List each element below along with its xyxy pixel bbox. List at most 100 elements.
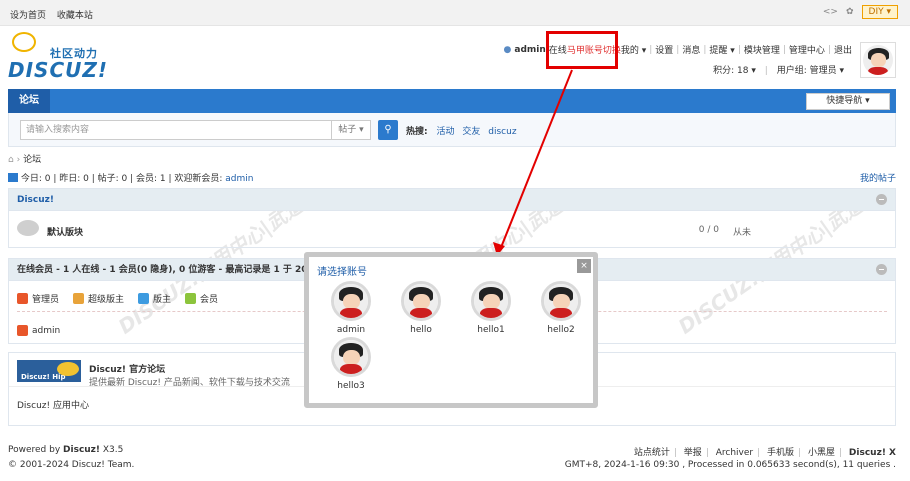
footer-link[interactable]: 手机版 <box>767 448 794 458</box>
account-name: hello <box>410 325 432 335</box>
account-name: hello3 <box>337 381 365 391</box>
usergroup-legend: 管理员 超级版主 版主 会员 <box>17 292 218 305</box>
settings-link[interactable]: 设置 <box>655 43 673 56</box>
forum-row: 默认版块 0 / 0 从未 <box>9 211 895 247</box>
account-option[interactable]: hello1 <box>463 281 519 335</box>
collapse-icon[interactable] <box>876 264 887 275</box>
powered-prefix: Powered by <box>8 445 64 455</box>
my-posts-link[interactable]: 我的帖子 <box>860 171 896 184</box>
admin-group-icon <box>17 293 28 304</box>
dialog-title: 请选择账号 <box>317 267 367 278</box>
collapse-icon[interactable] <box>876 194 887 205</box>
online-user-name: admin <box>32 325 61 336</box>
reminders-label: 提醒 <box>709 46 728 56</box>
forum-last-post: 从未 <box>732 228 751 238</box>
credits-menu[interactable]: 积分: 18 ▾ <box>713 66 756 76</box>
reminders-menu[interactable]: 提醒 ▾ <box>709 43 734 56</box>
legend-item: 超级版主 <box>73 292 124 305</box>
my-menu[interactable]: 我的 ▾ <box>621 43 646 56</box>
usergroup-menu[interactable]: 用户组: 管理员 ▾ <box>777 66 844 76</box>
account-avatar <box>331 281 371 321</box>
footer-link[interactable]: 举报 <box>684 448 702 458</box>
admin-group-icon <box>17 325 28 336</box>
usergroup-label: 用户组: 管理员 <box>776 66 837 76</box>
forum-counts: 0 / 0 <box>698 225 719 235</box>
footer-copyright: © 2001-2024 Discuz! Team. <box>8 460 135 470</box>
breadcrumb-forum[interactable]: 论坛 <box>23 155 41 165</box>
discuz-link-logo[interactable]: Discuz! Hip <box>17 360 81 382</box>
hot-link[interactable]: 交友 <box>462 127 480 137</box>
diy-button[interactable]: DIY ▾ <box>861 5 898 19</box>
footer-links: 站点统计 | 举报 | Archiver | 手机版 | 小黑屋 | Discuz! X <box>633 448 896 458</box>
site-logo[interactable]: 社区动力 DISCUZ! <box>8 32 118 82</box>
user-bar-secondary: 积分: 18 ▾ | 用户组: 管理员 ▾ <box>713 66 844 76</box>
module-mgmt-link[interactable]: 模块管理 <box>744 43 780 56</box>
link-desc: 提供最新 Discuz! 产品新闻、软件下载与技术交流 <box>89 378 290 388</box>
quick-nav-button[interactable]: 快捷导航 ▾ <box>806 93 890 110</box>
footer-link[interactable]: Archiver <box>716 448 753 458</box>
online-user[interactable]: admin <box>17 325 60 336</box>
new-member-link[interactable]: admin <box>225 174 253 184</box>
palette-icon[interactable]: ✿ <box>846 7 854 17</box>
logo-en: DISCUZ! <box>8 58 108 82</box>
top-bar: 设为首页 收藏本站 <> ✿ DIY ▾ <box>0 0 910 26</box>
account-name: admin <box>336 325 366 335</box>
forum-stats: 今日: 0 | 昨日: 0 | 帖子: 0 | 会员: 1 | 欢迎新会员: a… <box>8 171 253 184</box>
legend-item: 会员 <box>185 292 218 305</box>
footer-runtime: GMT+8, 2024-1-16 09:30 , Processed in 0.… <box>564 460 896 470</box>
footer-link[interactable]: 小黑屋 <box>808 448 835 458</box>
legend-label: 超级版主 <box>88 295 125 305</box>
search-type-select[interactable]: 帖子 ▾ <box>331 120 371 140</box>
search-input[interactable]: 请输入搜索内容 <box>20 120 332 140</box>
online-section-title: 在线会员 - 1 人在线 - 1 会员(0 隐身), 0 位游客 - 最高记录是… <box>17 265 331 275</box>
nav-bar: 论坛 快捷导航 ▾ <box>8 89 896 113</box>
version: X3.5 <box>100 445 124 455</box>
account-option[interactable]: hello2 <box>533 281 589 335</box>
code-icon[interactable]: <> <box>823 7 838 17</box>
legend-label: 版主 <box>153 295 172 305</box>
search-bar: 请输入搜索内容 帖子 ▾ ⚲ 热搜: 活动 交友 discuz <box>8 113 896 147</box>
diy-label: DIY <box>868 7 884 17</box>
search-icon: ⚲ <box>384 124 392 135</box>
search-button[interactable]: ⚲ <box>378 120 398 140</box>
search-type-label: 帖子 <box>338 125 357 135</box>
moderator-icon <box>138 293 150 304</box>
account-name: hello2 <box>547 325 575 335</box>
favorite-link[interactable]: 收藏本站 <box>57 11 93 21</box>
user-icon: ● <box>503 44 512 55</box>
legend-item: 版主 <box>138 292 171 305</box>
messages-link[interactable]: 消息 <box>682 43 700 56</box>
avatar[interactable] <box>860 42 896 78</box>
logout-link[interactable]: 退出 <box>834 43 852 56</box>
account-option[interactable]: admin <box>323 281 379 335</box>
link-title[interactable]: Discuz! 官方论坛 <box>89 362 165 375</box>
account-option[interactable]: hello <box>393 281 449 335</box>
admin-center-link[interactable]: 管理中心 <box>789 43 825 56</box>
legend-item: 管理员 <box>17 292 59 305</box>
forum-name-link[interactable]: 默认版块 <box>47 225 83 238</box>
footer-link[interactable]: 站点统计 <box>634 448 670 458</box>
account-select-dialog: 请选择账号 × admin hello hello1 hello2 hello3 <box>304 252 598 408</box>
close-icon[interactable]: × <box>577 259 591 273</box>
credits-label: 积分: 18 <box>713 66 749 76</box>
stats-text: 今日: 0 | 昨日: 0 | 帖子: 0 | 会员: 1 | 欢迎新会员: <box>20 174 226 184</box>
footer-powered: Powered by Discuz! X3.5 <box>8 445 123 455</box>
account-avatar <box>471 281 511 321</box>
forum-section-header: Discuz! <box>9 189 895 211</box>
hot-link[interactable]: 活动 <box>436 127 454 137</box>
set-home-link[interactable]: 设为首页 <box>10 11 46 21</box>
breadcrumb: ⌂ › 论坛 <box>8 155 42 165</box>
account-option[interactable]: hello3 <box>323 337 379 391</box>
legend-label: 管理员 <box>32 295 60 305</box>
account-avatar <box>541 281 581 321</box>
home-icon[interactable]: ⌂ <box>8 155 14 165</box>
super-mod-icon <box>73 293 85 304</box>
hot-link[interactable]: discuz <box>488 127 516 137</box>
stats-icon <box>8 173 18 182</box>
tab-forum[interactable]: 论坛 <box>8 89 50 113</box>
footer-link[interactable]: Discuz! X <box>849 448 896 458</box>
discuz-footer-link[interactable]: Discuz! <box>63 445 100 455</box>
username-link[interactable]: admin <box>514 45 545 55</box>
account-name: hello1 <box>477 325 505 335</box>
forum-section-title[interactable]: Discuz! <box>17 195 54 205</box>
